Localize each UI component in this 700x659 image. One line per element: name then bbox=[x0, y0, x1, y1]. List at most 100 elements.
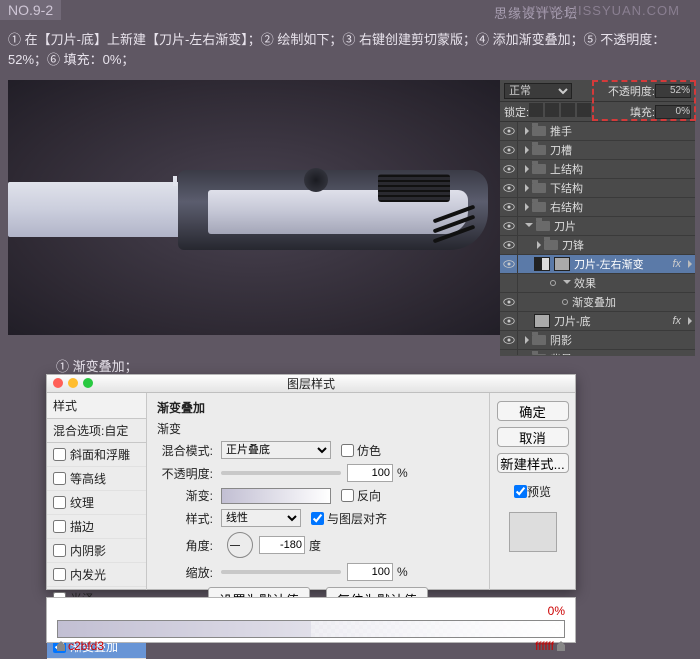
folder-icon bbox=[544, 240, 558, 250]
ok-button[interactable]: 确定 bbox=[497, 401, 569, 421]
layer-label: 刀槽 bbox=[550, 142, 572, 158]
style-option[interactable]: 内阴影 bbox=[47, 539, 146, 563]
folder-icon bbox=[532, 164, 546, 174]
folder-icon bbox=[532, 126, 546, 136]
fill-input[interactable] bbox=[655, 105, 691, 119]
layer-row[interactable]: 刀锋 bbox=[500, 236, 695, 255]
angle-dial[interactable] bbox=[227, 532, 253, 558]
new-style-button[interactable]: 新建样式... bbox=[497, 453, 569, 473]
scale-label: 缩放: bbox=[157, 564, 213, 581]
layer-row[interactable]: 刀槽 bbox=[500, 141, 695, 160]
color-stop-left[interactable]: c2bfd3 bbox=[57, 639, 104, 653]
folder-icon bbox=[532, 145, 546, 155]
layer-list[interactable]: 推手刀槽上结构下结构右结构刀片刀锋刀片-左右渐变 fx 效果渐变叠加刀片-底 fx 阴影… bbox=[500, 122, 695, 355]
layer-label: 右结构 bbox=[550, 199, 583, 215]
window-controls[interactable] bbox=[53, 378, 93, 388]
opacity-label: 不透明度: bbox=[608, 83, 655, 99]
style-label: 样式: bbox=[157, 510, 213, 527]
blending-options-row[interactable]: 混合选项:自定 bbox=[47, 419, 146, 443]
artwork-knife bbox=[8, 170, 488, 260]
layer-row[interactable]: 刀片-底 fx bbox=[500, 312, 695, 331]
fill-label: 填充: bbox=[630, 104, 655, 120]
visibility-toggle[interactable] bbox=[500, 198, 518, 216]
layer-row[interactable]: 右结构 bbox=[500, 198, 695, 217]
visibility-toggle[interactable] bbox=[500, 312, 518, 330]
layer-thumb bbox=[534, 314, 550, 328]
style-option[interactable]: 内发光 bbox=[47, 563, 146, 587]
cancel-button[interactable]: 取消 bbox=[497, 427, 569, 447]
scale-slider[interactable] bbox=[221, 570, 341, 574]
reverse-checkbox[interactable]: 反向 bbox=[341, 487, 381, 504]
visibility-toggle[interactable] bbox=[500, 274, 518, 292]
fx-indicator[interactable]: fx bbox=[672, 315, 681, 327]
canvas-preview bbox=[8, 80, 501, 335]
preview-swatch bbox=[509, 512, 557, 552]
angle-label: 角度: bbox=[157, 537, 213, 554]
blend-mode-select[interactable]: 正常 bbox=[504, 83, 572, 99]
ls-opacity-label: 不透明度: bbox=[157, 465, 213, 482]
style-option[interactable]: 斜面和浮雕 bbox=[47, 443, 146, 467]
layer-row[interactable]: 阴影 bbox=[500, 331, 695, 350]
style-settings-pane: 渐变叠加 渐变 混合模式: 正片叠底 仿色 不透明度: % 渐变: 反向 样式:… bbox=[147, 393, 489, 590]
watermark-url: WWW.MISSYUAN.COM bbox=[522, 3, 680, 18]
layer-row[interactable]: 刀片 bbox=[500, 217, 695, 236]
visibility-toggle[interactable] bbox=[500, 122, 518, 140]
style-option[interactable]: 等高线 bbox=[47, 467, 146, 491]
style-option[interactable]: 纹理 bbox=[47, 491, 146, 515]
style-list-header: 样式 bbox=[47, 393, 146, 419]
opacity-slider[interactable] bbox=[221, 471, 341, 475]
folder-icon bbox=[532, 202, 546, 212]
blend-mode-dropdown[interactable]: 正片叠底 bbox=[221, 441, 331, 459]
angle-unit: 度 bbox=[309, 537, 321, 554]
layer-label: 刀片-底 bbox=[554, 313, 591, 329]
layer-row[interactable]: 推手 bbox=[500, 122, 695, 141]
mask-thumb bbox=[534, 257, 550, 271]
style-option[interactable]: 描边 bbox=[47, 515, 146, 539]
layer-row[interactable]: 渐变叠加 bbox=[500, 293, 695, 312]
style-dropdown[interactable]: 线性 bbox=[221, 509, 301, 527]
layer-label: 阴影 bbox=[550, 332, 572, 348]
preview-checkbox[interactable]: 预览 bbox=[514, 483, 551, 500]
dither-checkbox[interactable]: 仿色 bbox=[341, 442, 381, 459]
gradient-bar[interactable] bbox=[57, 620, 565, 638]
color-stop-right[interactable]: ffffff bbox=[535, 639, 565, 653]
align-checkbox[interactable]: 与图层对齐 bbox=[311, 510, 387, 527]
visibility-toggle[interactable] bbox=[500, 217, 518, 235]
visibility-toggle[interactable] bbox=[500, 179, 518, 197]
gradient-label: 渐变: bbox=[157, 487, 213, 504]
scale-input[interactable] bbox=[347, 563, 393, 581]
step-badge: NO.9-2 bbox=[0, 0, 61, 20]
percent-unit: % bbox=[397, 466, 408, 480]
lock-icons[interactable] bbox=[529, 103, 593, 120]
folder-icon bbox=[532, 354, 546, 355]
layer-style-dialog: 图层样式 样式 混合选项:自定 斜面和浮雕等高线纹理描边内阴影内发光光泽颜色叠加… bbox=[46, 374, 576, 590]
layer-label: 效果 bbox=[574, 275, 596, 291]
layer-row[interactable]: 背景 bbox=[500, 350, 695, 355]
layer-row[interactable]: 上结构 bbox=[500, 160, 695, 179]
opacity-input[interactable] bbox=[655, 84, 691, 98]
visibility-toggle[interactable] bbox=[500, 236, 518, 254]
step-instructions: ① 在【刀片-底】上新建【刀片-左右渐变】；② 绘制如下；③ 右键创建剪切蒙版；… bbox=[8, 30, 692, 70]
section-subtitle: 渐变 bbox=[157, 420, 479, 437]
layer-label: 下结构 bbox=[550, 180, 583, 196]
visibility-toggle[interactable] bbox=[500, 255, 518, 273]
visibility-toggle[interactable] bbox=[500, 350, 518, 355]
layer-label: 刀片 bbox=[554, 218, 576, 234]
visibility-toggle[interactable] bbox=[500, 293, 518, 311]
layer-row[interactable]: 下结构 bbox=[500, 179, 695, 198]
fx-indicator[interactable]: fx bbox=[672, 258, 681, 270]
dialog-title-bar[interactable]: 图层样式 bbox=[47, 375, 575, 393]
angle-input[interactable] bbox=[259, 536, 305, 554]
layer-label: 刀片-左右渐变 bbox=[574, 256, 644, 272]
visibility-toggle[interactable] bbox=[500, 141, 518, 159]
gradient-swatch[interactable] bbox=[221, 488, 331, 504]
ls-opacity-input[interactable] bbox=[347, 464, 393, 482]
visibility-toggle[interactable] bbox=[500, 160, 518, 178]
layer-row[interactable]: 刀片-左右渐变 fx bbox=[500, 255, 695, 274]
visibility-toggle[interactable] bbox=[500, 331, 518, 349]
folder-icon bbox=[536, 221, 550, 231]
layer-label: 背景 bbox=[550, 351, 572, 355]
layer-label: 渐变叠加 bbox=[572, 294, 616, 310]
layer-label: 刀锋 bbox=[562, 237, 584, 253]
layer-row[interactable]: 效果 bbox=[500, 274, 695, 293]
